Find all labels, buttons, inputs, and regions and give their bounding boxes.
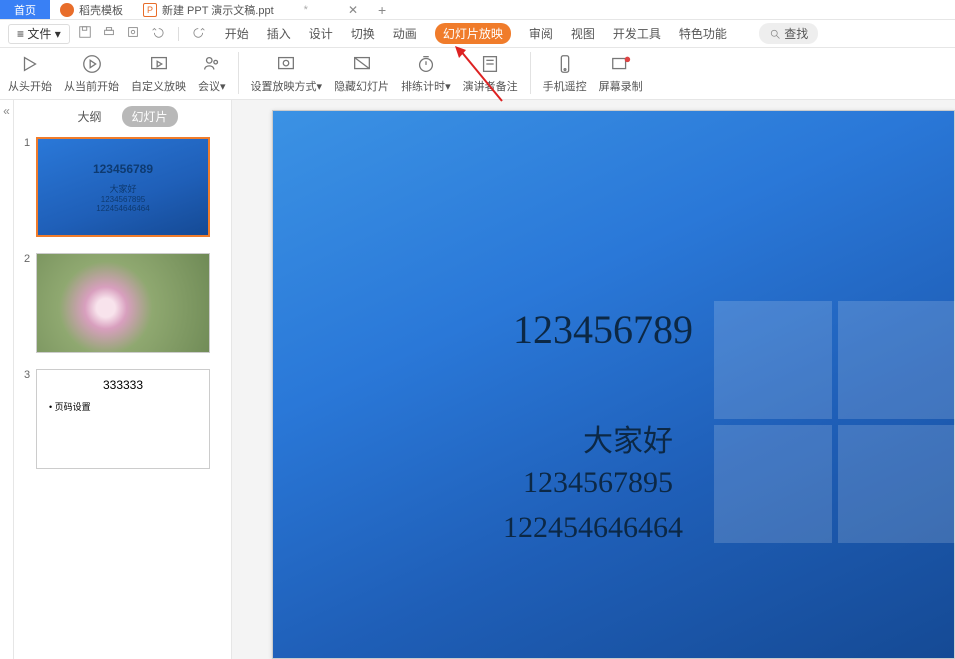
slide-thumb-2[interactable] [36,253,210,353]
tab-templates[interactable]: 稻壳模板 [50,0,133,19]
menu-animation[interactable]: 动画 [393,25,417,42]
phone-remote-button[interactable]: 手机遥控 [537,52,593,94]
rehearse-button[interactable]: 排练计时▾ [395,52,457,94]
settings-icon [274,52,298,76]
thumb-text: 1234567895 [101,195,146,204]
hide-slide-button[interactable]: 隐藏幻灯片 [328,52,395,94]
play-from-current-button[interactable]: 从当前开始 [58,52,125,94]
thumb-number: 3 [24,369,36,469]
menu-features[interactable]: 特色功能 [679,25,727,42]
thumb-text: 333333 [49,378,197,392]
search-label: 查找 [784,25,808,42]
menus: 开始 插入 设计 切换 动画 幻灯片放映 审阅 视图 开发工具 特色功能 查找 [225,23,819,44]
undo-icon[interactable] [150,25,164,42]
ppt-icon: P [143,3,157,17]
screen-record-button[interactable]: 屏幕录制 [593,52,649,94]
tab-label: 新建 PPT 演示文稿.ppt [162,2,274,18]
slide-canvas[interactable]: 123456789 大家好 1234567895 122454646464 [232,100,955,659]
thumb-number: 1 [24,137,36,237]
slide-text-1[interactable]: 123456789 [513,306,693,353]
print-preview-icon[interactable] [126,25,140,42]
slide-thumb-1[interactable]: 123456789 大家好 1234567895 122454646464 [36,137,210,237]
notes-icon [478,52,502,76]
label: 隐藏幻灯片 [334,78,389,94]
slide-page[interactable]: 123456789 大家好 1234567895 122454646464 [272,110,955,659]
play-start-icon [18,52,42,76]
tab-document[interactable]: P 新建 PPT 演示文稿.ppt * [133,0,318,19]
hide-slide-icon [350,52,374,76]
menu-transition[interactable]: 切换 [351,25,375,42]
record-icon [609,52,633,76]
thumb-text: 122454646464 [96,204,149,213]
slide-panel: 大纲 幻灯片 1 123456789 大家好 1234567895 122454… [14,100,232,659]
label: 设置放映方式▾ [251,78,323,94]
slide-thumb-3[interactable]: 333333 • 页码设置 [36,369,210,469]
tab-label: 稻壳模板 [79,2,123,18]
search-icon [769,28,781,40]
custom-show-button[interactable]: 自定义放映 [125,52,192,94]
slide-text-2[interactable]: 大家好 [583,416,673,460]
meeting-icon [200,52,224,76]
tab-outline[interactable]: 大纲 [67,106,111,127]
menu-devtools[interactable]: 开发工具 [613,25,661,42]
custom-show-icon [147,52,171,76]
meeting-button[interactable]: 会议▾ [192,52,232,94]
thumb-text: • 页码设置 [49,400,197,413]
menu-hamburger[interactable]: ≡ 文件 ▾ [8,24,70,44]
print-icon[interactable] [102,25,116,42]
thumb-row: 2 [24,253,221,353]
play-from-start-button[interactable]: 从头开始 [2,52,58,94]
thumb-row: 3 333333 • 页码设置 [24,369,221,469]
label: 自定义放映 [131,78,186,94]
tab-close-mark: * [304,4,308,16]
tab-slides[interactable]: 幻灯片 [122,106,178,127]
body: « 大纲 幻灯片 1 123456789 大家好 1234567895 1224… [0,100,955,659]
label: 从头开始 [8,78,52,94]
docker-icon [60,3,74,17]
thumbnails[interactable]: 1 123456789 大家好 1234567895 122454646464 … [14,133,231,659]
slide-background [273,111,954,658]
show-settings-button[interactable]: 设置放映方式▾ [245,52,329,94]
thumb-number: 2 [24,253,36,353]
menu-view[interactable]: 视图 [571,25,595,42]
view-tabs: 大纲 幻灯片 [14,100,231,133]
menu-design[interactable]: 设计 [309,25,333,42]
tab-home[interactable]: 首页 [0,0,50,19]
ribbon: 从头开始 从当前开始 自定义放映 会议▾ 设置放映方式▾ 隐藏幻灯片 排练计时▾… [0,48,955,100]
thumb-row: 1 123456789 大家好 1234567895 122454646464 [24,137,221,237]
redo-icon[interactable] [193,25,207,42]
windows-logo-icon [714,301,955,561]
file-label: 文件 [27,25,51,42]
menubar: ≡ 文件 ▾ 开始 插入 设计 切换 动画 幻灯片放映 审阅 视图 开发工具 特… [0,20,955,48]
menu-review[interactable]: 审阅 [529,25,553,42]
label: 会议▾ [198,78,226,94]
chevron-down-icon: ▾ [55,27,61,41]
label: 手机遥控 [543,78,587,94]
add-tab-icon[interactable]: + [378,2,386,18]
label: 演讲者备注 [463,78,518,94]
phone-icon [553,52,577,76]
thumb-text: 123456789 [93,162,153,176]
label: 排练计时▾ [401,78,451,94]
close-icon[interactable]: ✕ [348,3,358,17]
collapse-panel-button[interactable]: « [0,100,14,659]
menu-slideshow[interactable]: 幻灯片放映 [435,23,511,44]
speaker-notes-button[interactable]: 演讲者备注 [457,52,524,94]
quick-access-toolbar [78,25,207,42]
label: 从当前开始 [64,78,119,94]
separator [530,52,531,94]
label: 屏幕录制 [599,78,643,94]
separator [178,27,179,41]
menu-start[interactable]: 开始 [225,25,249,42]
menu-insert[interactable]: 插入 [267,25,291,42]
search-button[interactable]: 查找 [759,23,818,44]
document-tabbar: 首页 稻壳模板 P 新建 PPT 演示文稿.ppt * ✕ + [0,0,955,20]
play-current-icon [80,52,104,76]
slide-text-4[interactable]: 122454646464 [503,511,683,545]
thumb-text: 大家好 [109,182,136,195]
slide-text-3[interactable]: 1234567895 [523,466,673,500]
separator [238,52,239,94]
save-icon[interactable] [78,25,92,42]
timer-icon [414,52,438,76]
